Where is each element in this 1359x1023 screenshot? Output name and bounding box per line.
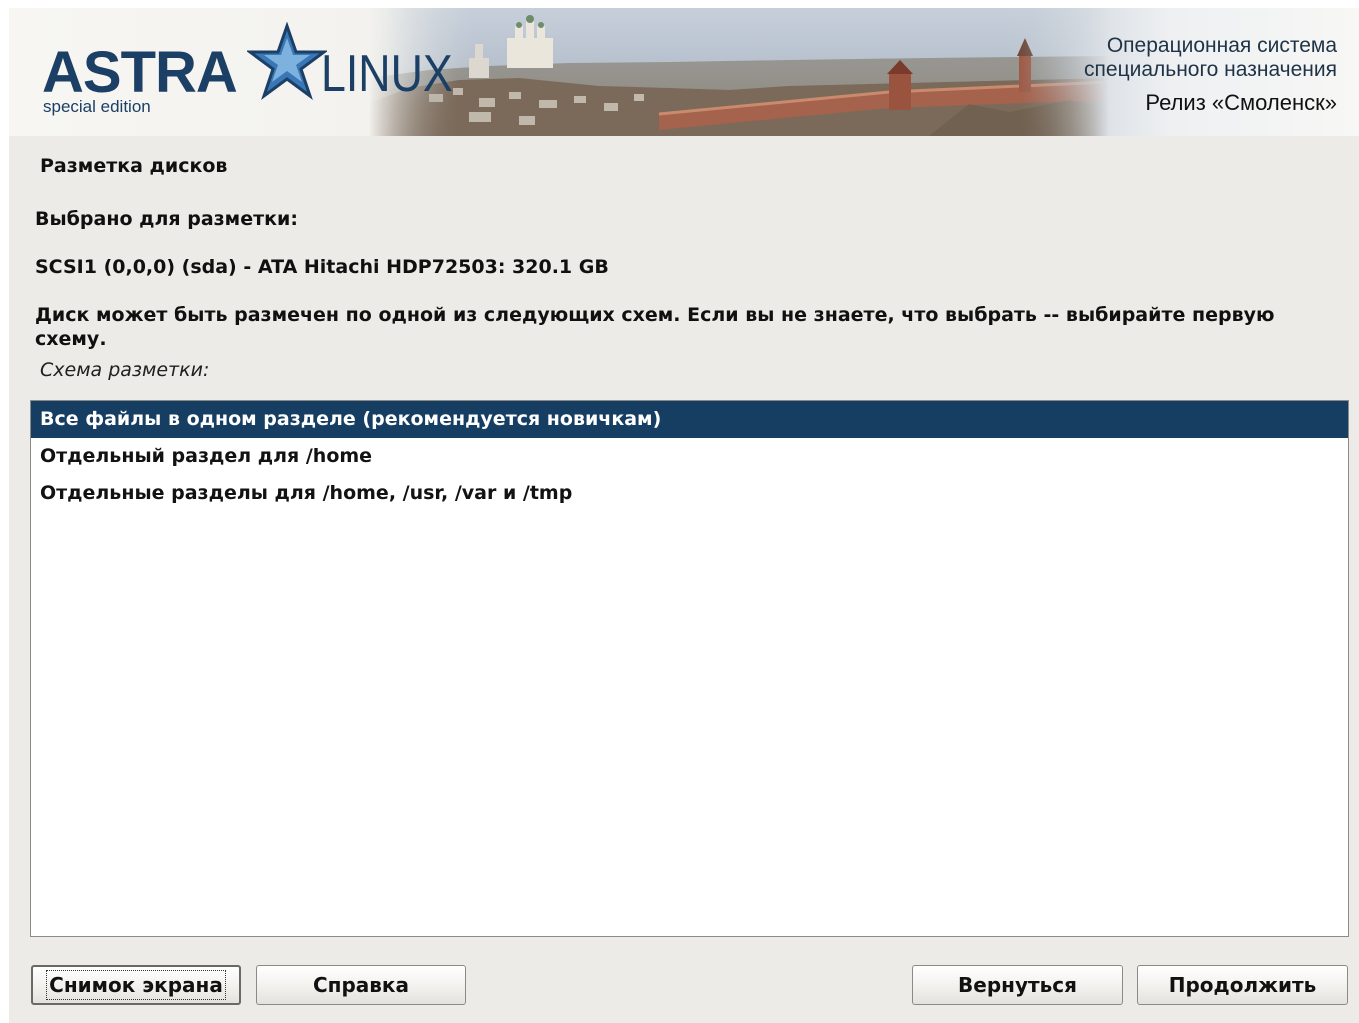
list-item-all-in-one[interactable]: Все файлы в одном разделе (рекомендуется…	[31, 401, 1348, 438]
back-button[interactable]: Вернуться	[912, 965, 1123, 1005]
star-icon	[247, 22, 327, 101]
release-name: Релиз «Смоленск»	[1145, 90, 1337, 115]
list-item-separate-home[interactable]: Отдельный раздел для /home	[31, 438, 1348, 475]
header-banner: ASTRA LINUX special edition Операционная…	[9, 8, 1359, 136]
scheme-list-label: Схема разметки:	[40, 359, 210, 381]
smolensk-panorama-image	[369, 8, 1109, 136]
logo-astra-text: ASTRA	[42, 40, 238, 105]
screenshot-button[interactable]: Снимок экрана	[31, 965, 241, 1005]
scheme-hint: Диск может быть размечен по одной из сле…	[35, 304, 1275, 350]
os-tagline: Операционная система специального назнач…	[1084, 34, 1337, 116]
tagline-line1: Операционная система	[1106, 34, 1337, 57]
continue-button-label: Продолжить	[1168, 973, 1317, 997]
selected-label: Выбрано для разметки:	[35, 208, 298, 230]
help-button[interactable]: Справка	[256, 965, 466, 1005]
page-title: Разметка дисков	[40, 155, 228, 177]
back-button-label: Вернуться	[958, 973, 1077, 997]
continue-button[interactable]: Продолжить	[1137, 965, 1348, 1005]
logo-edition-text: special edition	[43, 97, 151, 116]
selected-disk: SCSI1 (0,0,0) (sda) - ATA Hitachi HDP725…	[35, 256, 609, 278]
installer-window: ASTRA LINUX special edition Операционная…	[9, 8, 1359, 1023]
logo-linux-text: LINUX	[321, 45, 453, 103]
list-item-separate-home-usr-var-tmp[interactable]: Отдельные разделы для /home, /usr, /var …	[31, 475, 1348, 512]
tagline-line2: специального назначения	[1084, 58, 1337, 81]
screenshot-button-label: Снимок экрана	[46, 970, 226, 1000]
partition-scheme-list[interactable]: Все файлы в одном разделе (рекомендуется…	[30, 400, 1349, 937]
help-button-label: Справка	[312, 973, 410, 997]
